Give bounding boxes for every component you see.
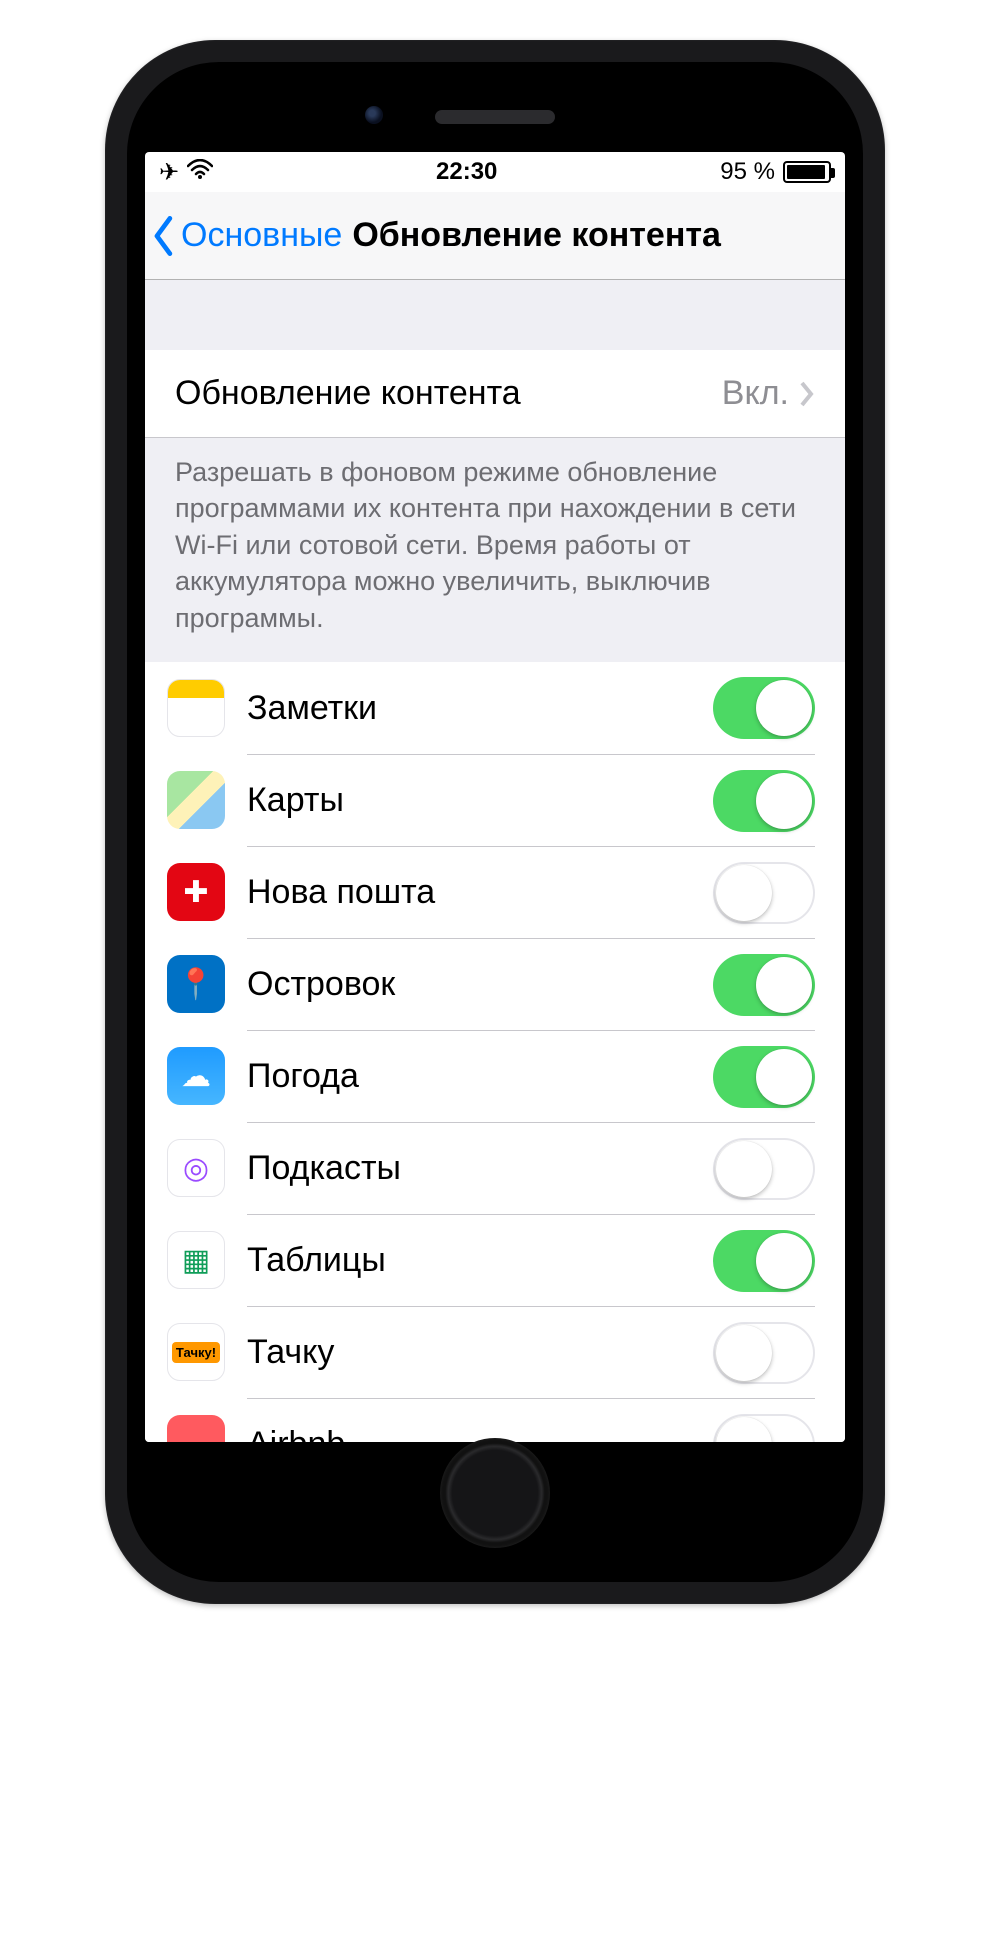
toggle-knob	[756, 773, 812, 829]
toggle-knob	[756, 1049, 812, 1105]
app-name-label: Тачку	[247, 1333, 334, 1372]
app-row-weather: ☁ Погода	[145, 1030, 845, 1122]
airplane-mode-icon: ✈	[159, 158, 179, 187]
app-row-airbnb: ◡ Airbnb	[145, 1398, 845, 1442]
home-button[interactable]	[440, 1438, 550, 1548]
nav-bar: Основные Обновление контента	[145, 192, 845, 280]
app-name-label: Заметки	[247, 689, 377, 728]
master-cell-label: Обновление контента	[175, 374, 521, 413]
page-title: Обновление контента	[352, 216, 721, 255]
app-row-podcasts: ◎ Подкасты	[145, 1122, 845, 1214]
app-row-content: Таблицы	[247, 1214, 815, 1306]
toggle-notes[interactable]	[713, 677, 815, 739]
app-row-content: Нова пошта	[247, 846, 815, 938]
maps-app-icon	[167, 771, 225, 829]
wifi-icon	[187, 158, 213, 186]
app-row-content: Подкасты	[247, 1122, 815, 1214]
toggle-knob	[716, 1141, 772, 1197]
app-row-tachku: Тачку! Тачку	[145, 1306, 845, 1398]
phone-frame: ✈ 22:30 95 % Основные Обновление контент	[105, 40, 885, 1604]
notes-app-icon	[167, 679, 225, 737]
app-row-content: Airbnb	[247, 1398, 815, 1442]
app-row-content: Заметки	[247, 662, 815, 754]
app-row-nova: ✚ Нова пошта	[145, 846, 845, 938]
toggle-sheets[interactable]	[713, 1230, 815, 1292]
toggle-weather[interactable]	[713, 1046, 815, 1108]
airbnb-app-icon: ◡	[167, 1415, 225, 1442]
app-row-ostrovok: 📍 Островок	[145, 938, 845, 1030]
toggle-ostrovok[interactable]	[713, 954, 815, 1016]
app-name-label: Погода	[247, 1057, 359, 1096]
toggle-knob	[716, 1325, 772, 1381]
master-cell-value: Вкл.	[722, 374, 815, 413]
toggle-knob	[716, 865, 772, 921]
app-row-notes: Заметки	[145, 662, 845, 754]
chevron-right-icon	[799, 380, 815, 408]
section-gap	[145, 280, 845, 350]
back-label: Основные	[181, 216, 342, 255]
podcasts-app-icon: ◎	[167, 1139, 225, 1197]
toggle-knob	[756, 1233, 812, 1289]
section-footer-text: Разрешать в фоновом режиме обновление пр…	[145, 438, 845, 662]
tachku-app-icon: Тачку!	[167, 1323, 225, 1381]
toggle-knob	[756, 957, 812, 1013]
phone-inner: ✈ 22:30 95 % Основные Обновление контент	[127, 62, 863, 1582]
app-name-label: Подкасты	[247, 1149, 401, 1188]
battery-percent-label: 95 %	[720, 158, 775, 186]
status-time: 22:30	[436, 158, 497, 186]
nova-app-icon: ✚	[167, 863, 225, 921]
status-left: ✈	[159, 158, 213, 187]
battery-icon	[783, 161, 831, 183]
sheets-app-icon: ▦	[167, 1231, 225, 1289]
chevron-left-icon	[151, 216, 177, 256]
app-row-content: Карты	[247, 754, 815, 846]
toggle-maps[interactable]	[713, 770, 815, 832]
toggle-tachku[interactable]	[713, 1322, 815, 1384]
app-row-content: Погода	[247, 1030, 815, 1122]
app-row-sheets: ▦ Таблицы	[145, 1214, 845, 1306]
app-name-label: Островок	[247, 965, 395, 1004]
status-right: 95 %	[720, 158, 831, 186]
toggle-knob	[756, 680, 812, 736]
toggle-airbnb[interactable]	[713, 1414, 815, 1442]
app-row-maps: Карты	[145, 754, 845, 846]
app-name-label: Airbnb	[247, 1425, 345, 1442]
master-cell-value-text: Вкл.	[722, 374, 789, 413]
background-refresh-master-cell[interactable]: Обновление контента Вкл.	[145, 350, 845, 438]
app-row-content: Островок	[247, 938, 815, 1030]
status-bar: ✈ 22:30 95 %	[145, 152, 845, 192]
front-camera	[365, 106, 383, 124]
app-name-label: Карты	[247, 781, 344, 820]
app-name-label: Нова пошта	[247, 873, 435, 912]
speaker-grill	[435, 110, 555, 124]
toggle-nova[interactable]	[713, 862, 815, 924]
toggle-podcasts[interactable]	[713, 1138, 815, 1200]
app-name-label: Таблицы	[247, 1241, 386, 1280]
weather-app-icon: ☁	[167, 1047, 225, 1105]
app-row-content: Тачку	[247, 1306, 815, 1398]
back-button[interactable]: Основные	[145, 216, 342, 256]
ostrovok-app-icon: 📍	[167, 955, 225, 1013]
screen: ✈ 22:30 95 % Основные Обновление контент	[145, 152, 845, 1442]
app-list: Заметки Карты ✚ Нова пошта 📍 Островок ☁ Погода ◎…	[145, 662, 845, 1442]
toggle-knob	[716, 1417, 772, 1442]
